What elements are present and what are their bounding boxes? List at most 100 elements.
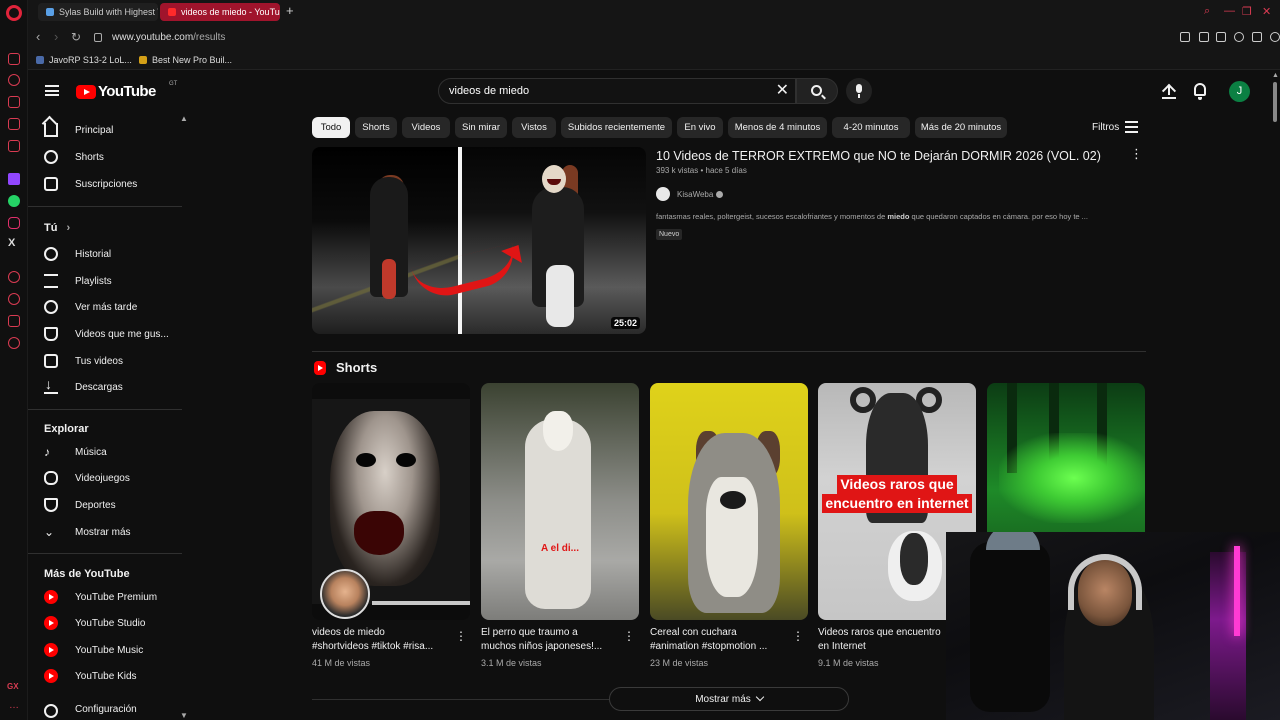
new-tab-button[interactable]: + bbox=[286, 4, 294, 18]
minimize-button[interactable]: — bbox=[1224, 5, 1235, 17]
chip-mas-20-minutos[interactable]: Más de 20 minutos bbox=[915, 117, 1007, 138]
channel-avatar[interactable] bbox=[656, 187, 670, 201]
extension-rail-icon[interactable] bbox=[8, 315, 20, 327]
video-thumbnail[interactable]: 25:02 bbox=[312, 147, 646, 334]
video-title[interactable]: 10 Videos de TERROR EXTREMO que NO te De… bbox=[656, 149, 1101, 163]
chip-vistos[interactable]: Vistos bbox=[512, 117, 556, 138]
settings-rail-icon[interactable] bbox=[8, 337, 20, 349]
notifications-bell-icon[interactable] bbox=[1194, 83, 1206, 100]
sidebar-item-principal[interactable]: Principal bbox=[28, 117, 182, 143]
sidebar-item-downloads[interactable]: Descargas bbox=[28, 374, 182, 400]
sidebar-item-subscriptions[interactable]: Suscripciones bbox=[28, 171, 182, 197]
bookmark-item[interactable]: JavoRP S13-2 LoL... bbox=[36, 55, 132, 65]
chip-shorts[interactable]: Shorts bbox=[355, 117, 397, 138]
sidebar-item-sports[interactable]: Deportes bbox=[28, 492, 182, 518]
sidebar-item-gaming[interactable]: Videojuegos bbox=[28, 465, 182, 491]
short-thumbnail[interactable] bbox=[312, 383, 470, 620]
avatar[interactable]: J bbox=[1229, 81, 1250, 102]
chip-videos[interactable]: Videos bbox=[402, 117, 450, 138]
player-rail-icon[interactable] bbox=[8, 271, 20, 283]
short-more-icon[interactable]: ⋮ bbox=[792, 630, 804, 642]
short-more-icon[interactable]: ⋮ bbox=[455, 630, 467, 642]
forward-button[interactable]: › bbox=[54, 30, 58, 44]
snapshot-icon[interactable] bbox=[1199, 32, 1209, 42]
sidebar-item-shorts[interactable]: Shorts bbox=[28, 144, 182, 170]
sidebar-item-your-videos[interactable]: Tus videos bbox=[28, 348, 182, 374]
chip-4-20-minutos[interactable]: 4-20 minutos bbox=[832, 117, 910, 138]
sidebar-item-label: Mostrar más bbox=[75, 526, 131, 538]
channel-row[interactable]: KisaWeba bbox=[656, 187, 724, 201]
filters-icon[interactable] bbox=[1125, 121, 1138, 133]
sidebar-item-liked-videos[interactable]: Videos que me gus... bbox=[28, 321, 182, 347]
messenger-icon[interactable] bbox=[8, 53, 20, 65]
sidebar-item-youtube-studio[interactable]: YouTube Studio bbox=[28, 610, 182, 636]
short-title[interactable]: #shortvideos #tiktok #risa... bbox=[312, 640, 450, 654]
short-thumbnail[interactable]: A el di... bbox=[481, 383, 639, 620]
close-window-button[interactable]: ✕ bbox=[1262, 5, 1271, 18]
sidebar-heading-you[interactable]: Tú › bbox=[44, 222, 70, 234]
short-title[interactable]: El perro que traumo a bbox=[481, 626, 619, 640]
reload-button[interactable]: ↻ bbox=[71, 30, 81, 44]
scroll-thumb[interactable] bbox=[1273, 82, 1277, 122]
search-tabs-icon[interactable]: ⌕ bbox=[1204, 5, 1210, 18]
browser-tab-sylas[interactable]: Sylas Build with Highest W bbox=[38, 3, 158, 21]
back-button[interactable]: ‹ bbox=[36, 30, 40, 44]
video-more-icon[interactable]: ⋮ bbox=[1130, 147, 1143, 161]
bag-icon[interactable] bbox=[8, 96, 20, 108]
chip-en-vivo[interactable]: En vivo bbox=[677, 117, 723, 138]
gx-control-icon[interactable] bbox=[1270, 32, 1280, 42]
browser-tab-youtube[interactable]: videos de miedo - YouTube bbox=[160, 3, 280, 21]
short-thumbnail[interactable] bbox=[650, 383, 808, 620]
send-icon[interactable] bbox=[1252, 32, 1262, 42]
menu-icon[interactable] bbox=[45, 85, 59, 96]
lock-icon[interactable] bbox=[94, 33, 102, 42]
scroll-up-icon[interactable]: ▲ bbox=[1272, 72, 1279, 79]
youtube-logo[interactable]: YouTube GT bbox=[76, 81, 177, 100]
more-dots-icon[interactable]: … bbox=[9, 700, 19, 711]
sidebar-item-watch-later[interactable]: Ver más tarde bbox=[28, 294, 182, 320]
sidebar-item-youtube-kids[interactable]: YouTube Kids bbox=[28, 663, 182, 689]
sidebar-item-music[interactable]: ♪ Música bbox=[28, 439, 182, 465]
clear-search-icon[interactable]: ✕ bbox=[776, 82, 789, 100]
filters-button[interactable]: Filtros bbox=[1092, 122, 1119, 133]
music-player-icon[interactable] bbox=[8, 140, 20, 152]
maximize-button[interactable]: ❐ bbox=[1242, 5, 1252, 18]
chip-subidos-recientemente[interactable]: Subidos recientemente bbox=[561, 117, 672, 138]
chip-todo[interactable]: Todo bbox=[312, 117, 350, 138]
sidebar-item-label: Descargas bbox=[75, 381, 123, 393]
sidebar-item-settings[interactable]: Configuración bbox=[28, 704, 182, 718]
bookmark-item[interactable]: Best New Pro Buil... bbox=[139, 55, 232, 65]
instagram-icon[interactable] bbox=[8, 217, 20, 229]
short-title[interactable]: en Internet bbox=[818, 640, 946, 654]
tabs-icon[interactable] bbox=[8, 118, 20, 130]
show-more-button[interactable]: Mostrar más bbox=[609, 687, 849, 711]
sidebar-item-youtube-music[interactable]: YouTube Music bbox=[28, 637, 182, 663]
short-title[interactable]: #animation #stopmotion ... bbox=[650, 640, 788, 654]
sidebar-item-playlists[interactable]: Playlists bbox=[28, 268, 182, 294]
sidebar-item-youtube-premium[interactable]: YouTube Premium bbox=[28, 584, 182, 610]
short-title[interactable]: videos de miedo bbox=[312, 626, 450, 640]
clock-rail-icon[interactable] bbox=[8, 293, 20, 305]
url-field[interactable]: www.youtube.com/results bbox=[112, 32, 225, 43]
chip-sin-mirar[interactable]: Sin mirar bbox=[455, 117, 507, 138]
channel-name[interactable]: KisaWeba bbox=[677, 190, 713, 199]
chip-menos-4-minutos[interactable]: Menos de 4 minutos bbox=[728, 117, 827, 138]
bookmark-page-icon[interactable] bbox=[1180, 32, 1190, 42]
vpn-shield-icon[interactable] bbox=[1216, 32, 1226, 42]
whatsapp-icon[interactable] bbox=[8, 195, 20, 207]
sidebar-item-show-more[interactable]: ⌄ Mostrar más bbox=[28, 519, 182, 545]
player-icon[interactable] bbox=[1234, 32, 1244, 42]
short-more-icon[interactable]: ⋮ bbox=[623, 630, 635, 642]
opera-logo-icon[interactable] bbox=[6, 5, 22, 21]
short-title[interactable]: Videos raros que encuentro bbox=[818, 626, 946, 640]
twitch-icon[interactable] bbox=[8, 173, 20, 185]
history-rail-icon[interactable] bbox=[8, 74, 20, 86]
short-title[interactable]: muchos niños japoneses!... bbox=[481, 640, 619, 654]
short-title[interactable]: Cereal con cuchara bbox=[650, 626, 788, 640]
search-input[interactable]: videos de miedo ✕ bbox=[438, 78, 796, 104]
sidebar-item-history[interactable]: Historial bbox=[28, 241, 182, 267]
sidebar-scroll-down-icon[interactable]: ▼ bbox=[180, 711, 188, 720]
voice-search-button[interactable] bbox=[846, 78, 872, 104]
x-twitter-icon[interactable]: X bbox=[8, 237, 15, 249]
search-button[interactable] bbox=[796, 78, 838, 104]
